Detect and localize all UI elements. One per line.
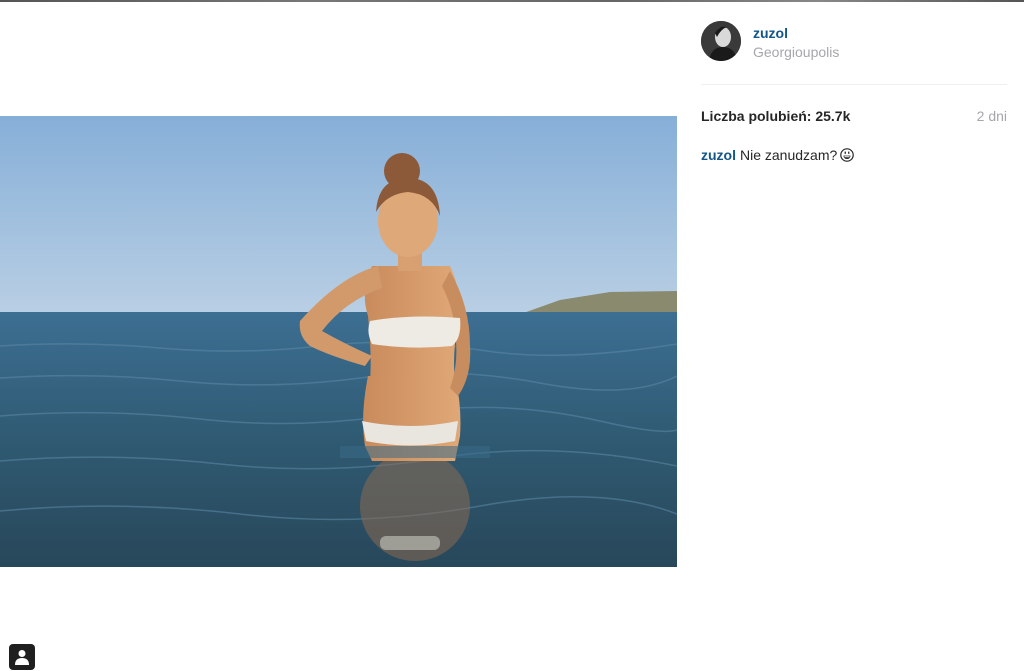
post-photo[interactable]: [0, 116, 677, 567]
username-link[interactable]: zuzol: [753, 25, 788, 41]
caption-username-link[interactable]: zuzol: [701, 147, 736, 163]
beach-photo-illustration: [0, 116, 677, 567]
tagged-users-icon[interactable]: [9, 644, 35, 670]
post-age[interactable]: 2 dni: [977, 108, 1007, 124]
person-icon: [15, 650, 29, 665]
caption-text: Nie zanudzam?: [740, 147, 838, 163]
likes-count[interactable]: Liczba polubień: 25.7k: [701, 108, 850, 124]
caption: zuzol Nie zanudzam?: [701, 147, 855, 165]
likes-row: Liczba polubień: 25.7k 2 dni: [701, 108, 1007, 148]
post-details-panel: zuzol Georgioupolis Liczba polubień: 25.…: [701, 0, 1007, 163]
avatar-image: [701, 21, 741, 61]
location-link[interactable]: Georgioupolis: [753, 44, 839, 60]
avatar[interactable]: [701, 21, 741, 61]
post-header: zuzol Georgioupolis: [701, 0, 1007, 85]
grinning-face-icon: [840, 148, 855, 165]
